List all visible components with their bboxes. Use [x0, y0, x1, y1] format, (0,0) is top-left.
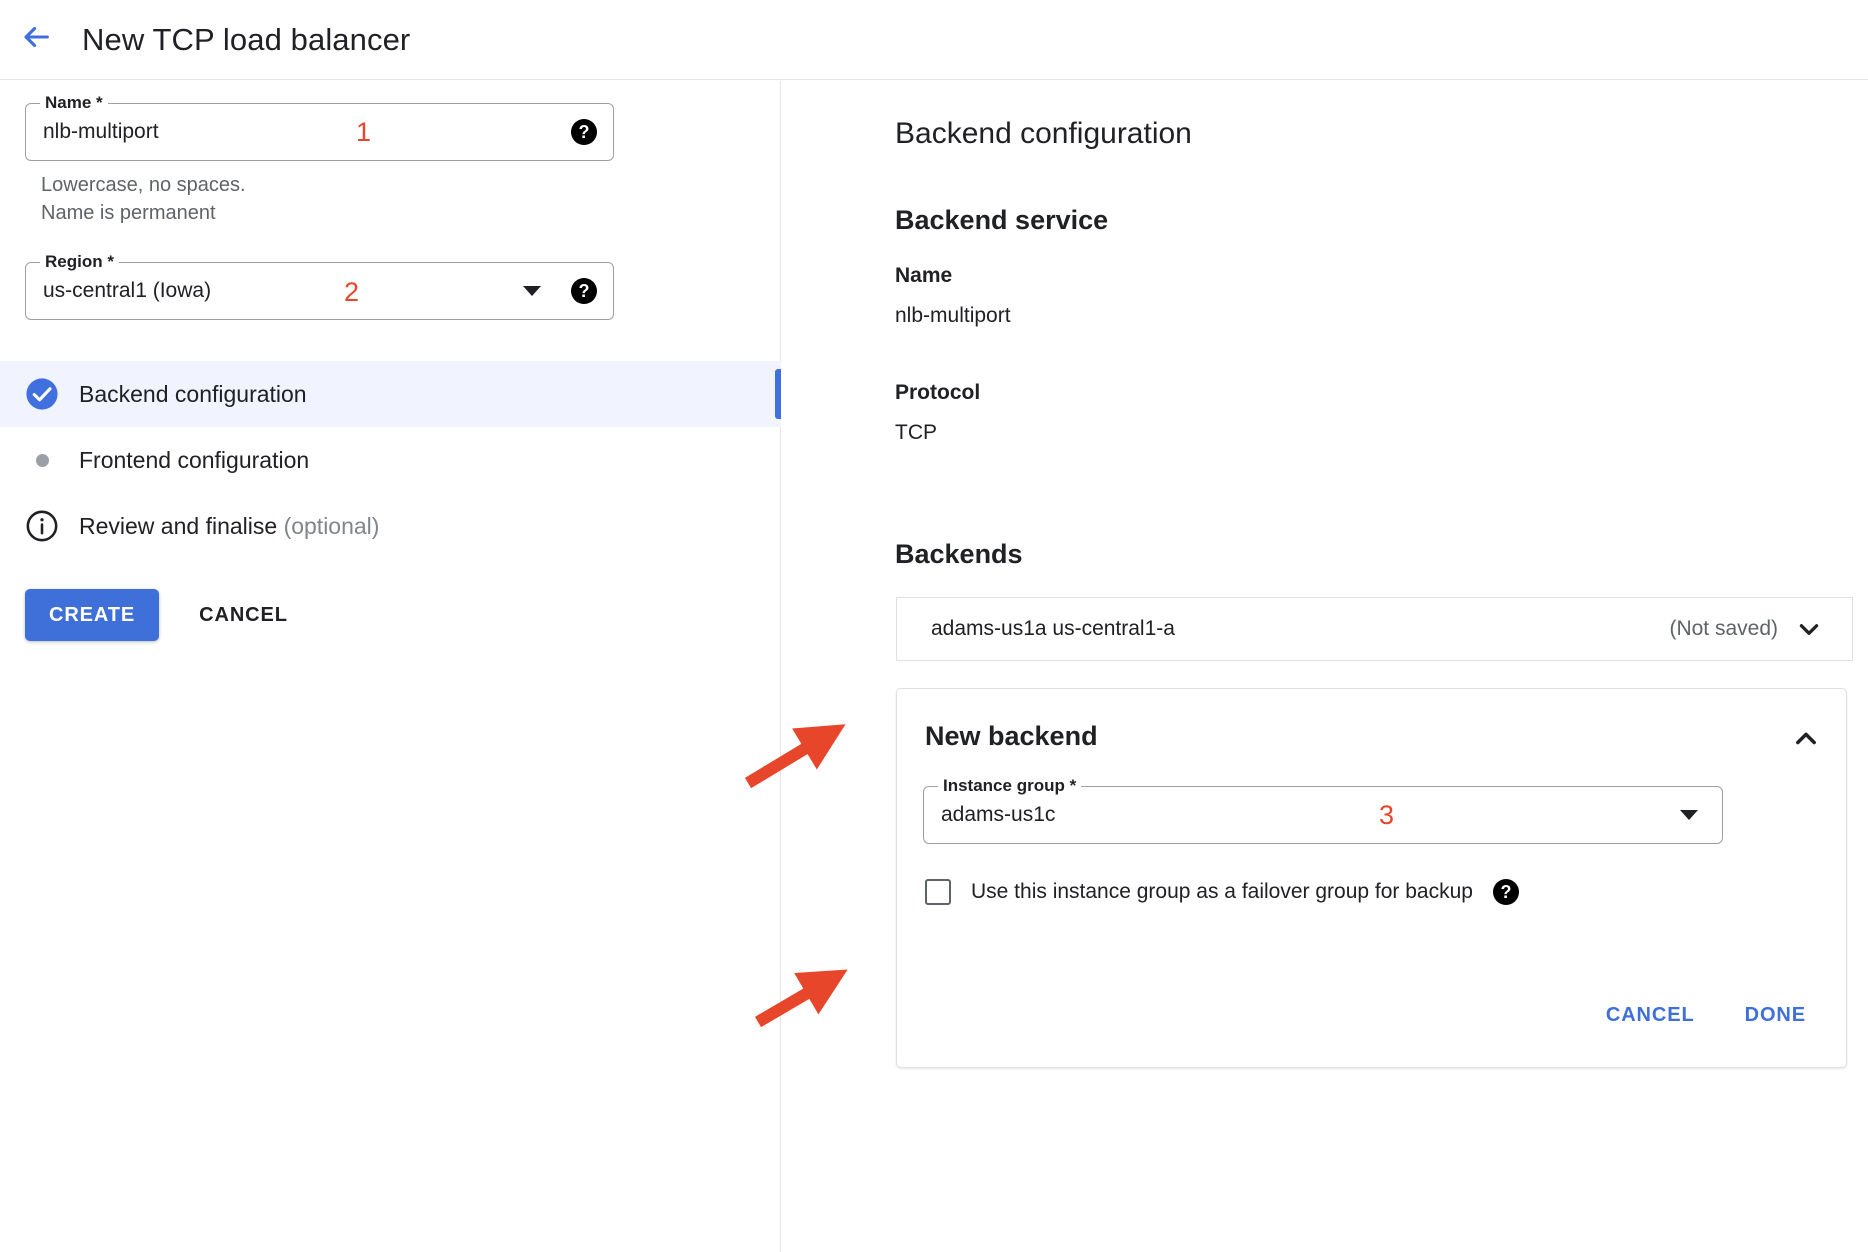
service-protocol-label: Protocol: [895, 381, 981, 404]
info-circle-icon: [25, 509, 59, 543]
sidebar-item-label-text: Review and finalise: [79, 512, 284, 539]
name-field[interactable]: Name * nlb-multiport 1 ?: [25, 93, 614, 161]
sidebar-item-label: Review and finalise (optional): [79, 513, 379, 540]
wizard-steps: Backend configuration Frontend configura…: [0, 361, 781, 559]
region-select[interactable]: Region * us-central1 (Iowa) 2 ?: [25, 252, 614, 320]
new-backend-card: New backend Instance group * adams-us1c …: [896, 688, 1847, 1068]
arrow-left-icon: [19, 20, 53, 59]
create-button[interactable]: CREATE: [25, 589, 160, 641]
annotation-number-1: 1: [356, 117, 372, 147]
service-name-label: Name: [895, 264, 953, 287]
sidebar-item-label: Frontend configuration: [79, 446, 310, 473]
dot-icon: [25, 443, 59, 477]
sidebar-item-review-and-finalise[interactable]: Review and finalise (optional): [0, 493, 781, 559]
instance-group-value: adams-us1c: [941, 803, 1056, 826]
active-step-indicator: [775, 369, 781, 419]
sidebar-item-frontend-configuration[interactable]: Frontend configuration: [0, 427, 781, 493]
annotation-number-2: 2: [344, 277, 360, 307]
app-header: New TCP load balancer: [0, 0, 1868, 80]
name-field-label: Name *: [40, 93, 108, 113]
name-hint: Lowercase, no spaces. Name is permanent: [41, 171, 246, 227]
annotation-number-3: 3: [1379, 800, 1395, 830]
help-icon[interactable]: ?: [571, 278, 597, 304]
help-icon[interactable]: ?: [1492, 879, 1519, 905]
backend-row[interactable]: adams-us1a us-central1-a (Not saved): [896, 597, 1853, 661]
caret-down-icon[interactable]: [523, 286, 541, 296]
backend-row-status: (Not saved): [1669, 617, 1778, 640]
back-button[interactable]: [12, 16, 60, 64]
name-input[interactable]: nlb-multiport: [43, 120, 613, 144]
region-field-label: Region *: [40, 252, 119, 272]
backend-service-heading: Backend service: [895, 205, 1109, 235]
help-icon[interactable]: ?: [571, 119, 597, 145]
instance-group-select[interactable]: Instance group * adams-us1c 3: [923, 776, 1723, 844]
name-hint-line-1: Lowercase, no spaces.: [41, 174, 246, 196]
service-protocol-value: TCP: [895, 421, 937, 444]
caret-down-icon[interactable]: [1680, 810, 1698, 820]
failover-row: Use this instance group as a failover gr…: [925, 879, 1519, 905]
chevron-down-icon[interactable]: [1796, 616, 1822, 642]
left-pane: Name * nlb-multiport 1 ? Lowercase, no s…: [0, 81, 781, 1252]
backends-heading: Backends: [895, 539, 1023, 569]
new-backend-actions: CANCEL DONE: [1590, 994, 1822, 1037]
backend-configuration-heading: Backend configuration: [895, 117, 1192, 150]
failover-label: Use this instance group as a failover gr…: [971, 880, 1473, 903]
service-name-value: nlb-multiport: [895, 304, 1011, 327]
cancel-button[interactable]: CANCEL: [177, 589, 310, 641]
new-backend-cancel-button[interactable]: CANCEL: [1590, 994, 1711, 1037]
right-pane: Backend configuration Backend service Na…: [782, 81, 1868, 1252]
page-title: New TCP load balancer: [82, 21, 411, 57]
left-actions: CREATE CANCEL: [25, 589, 310, 641]
instance-group-label: Instance group *: [938, 776, 1082, 796]
sidebar-item-backend-configuration[interactable]: Backend configuration: [0, 361, 781, 427]
new-backend-title: New backend: [925, 721, 1098, 751]
failover-checkbox[interactable]: [925, 879, 951, 905]
sidebar-item-optional-tag: (optional): [283, 512, 380, 539]
check-circle-icon: [25, 377, 59, 411]
name-hint-line-2: Name is permanent: [41, 202, 216, 224]
backend-row-name: adams-us1a us-central1-a: [931, 617, 1175, 640]
new-backend-done-button[interactable]: DONE: [1729, 994, 1822, 1037]
chevron-up-icon[interactable]: [1792, 725, 1820, 753]
sidebar-item-label: Backend configuration: [79, 380, 307, 407]
